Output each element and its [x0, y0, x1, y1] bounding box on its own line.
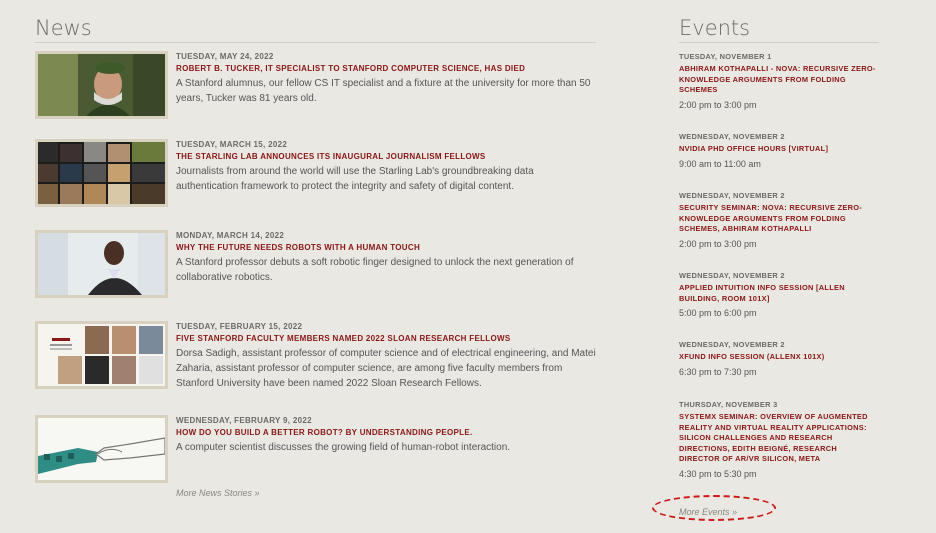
news-date: TUESDAY, MARCH 15, 2022: [176, 140, 288, 149]
news-summary: Journalists from around the world will u…: [176, 166, 534, 192]
events-heading: Events: [679, 16, 879, 43]
news-heading: News: [35, 16, 596, 43]
news-headline-link[interactable]: FIVE STANFORD FACULTY MEMBERS NAMED 2022…: [176, 333, 596, 344]
event-date: THURSDAY, NOVEMBER 3: [679, 400, 778, 409]
event-date: TUESDAY, NOVEMBER 1: [679, 52, 772, 61]
news-headline-link[interactable]: HOW DO YOU BUILD A BETTER ROBOT? BY UNDE…: [176, 427, 596, 438]
news-text: TUESDAY, MARCH 15, 2022 THE STARLING LAB…: [176, 139, 596, 194]
news-date: TUESDAY, MAY 24, 2022: [176, 52, 274, 61]
news-thumbnail-sloan[interactable]: [35, 321, 168, 389]
news-headline-link[interactable]: ROBERT B. TUCKER, IT SPECIALIST TO STANF…: [176, 63, 596, 74]
news-summary: Dorsa Sadigh, assistant professor of com…: [176, 348, 596, 389]
event-title-link[interactable]: APPLIED INTUITION INFO SESSION [ALLEN BU…: [679, 283, 879, 304]
event-title-link[interactable]: XFUND INFO SESSION (ALLENX 101X): [679, 352, 879, 363]
event-date: WEDNESDAY, NOVEMBER 2: [679, 132, 785, 141]
event-date: WEDNESDAY, NOVEMBER 2: [679, 271, 785, 280]
event-item: WEDNESDAY, NOVEMBER 2 SECURITY SEMINAR: …: [679, 190, 879, 250]
news-section: News: [35, 16, 596, 43]
more-news-link[interactable]: More News Stories »: [176, 488, 260, 498]
news-text: TUESDAY, FEBRUARY 15, 2022 FIVE STANFORD…: [176, 321, 596, 391]
event-title-link[interactable]: NVIDIA PHD OFFICE HOURS [VIRTUAL]: [679, 144, 879, 155]
event-item: WEDNESDAY, NOVEMBER 2 NVIDIA PHD OFFICE …: [679, 131, 879, 170]
highlight-oval: [652, 495, 776, 521]
event-item: TUESDAY, NOVEMBER 1 ABHIRAM KOTHAPALLI -…: [679, 51, 879, 111]
news-thumbnail-robot-touch[interactable]: [35, 230, 168, 298]
news-text: MONDAY, MARCH 14, 2022 WHY THE FUTURE NE…: [176, 230, 596, 285]
event-item: WEDNESDAY, NOVEMBER 2 APPLIED INTUITION …: [679, 270, 879, 319]
event-time: 6:30 pm to 7:30 pm: [679, 366, 757, 377]
event-time: 2:00 pm to 3:00 pm: [679, 238, 757, 249]
news-headline-link[interactable]: THE STARLING LAB ANNOUNCES ITS INAUGURAL…: [176, 151, 596, 162]
events-section: Events: [679, 16, 879, 43]
news-thumbnail-better-robot[interactable]: [35, 415, 168, 483]
event-date: WEDNESDAY, NOVEMBER 2: [679, 340, 785, 349]
news-date: MONDAY, MARCH 14, 2022: [176, 231, 285, 240]
news-headline-link[interactable]: WHY THE FUTURE NEEDS ROBOTS WITH A HUMAN…: [176, 242, 596, 253]
news-text: TUESDAY, MAY 24, 2022 ROBERT B. TUCKER, …: [176, 51, 596, 106]
news-text: WEDNESDAY, FEBRUARY 9, 2022 HOW DO YOU B…: [176, 415, 596, 455]
event-item: THURSDAY, NOVEMBER 3 SYSTEMX SEMINAR: OV…: [679, 399, 879, 480]
event-date: WEDNESDAY, NOVEMBER 2: [679, 191, 785, 200]
event-title-link[interactable]: SYSTEMX SEMINAR: OVERVIEW OF AUGMENTED R…: [679, 412, 879, 465]
event-time: 5:00 pm to 6:00 pm: [679, 308, 757, 318]
news-date: TUESDAY, FEBRUARY 15, 2022: [176, 322, 303, 331]
event-title-link[interactable]: SECURITY SEMINAR: NOVA: RECURSIVE ZERO-K…: [679, 203, 879, 235]
news-date: WEDNESDAY, FEBRUARY 9, 2022: [176, 416, 312, 425]
event-title-link[interactable]: ABHIRAM KOTHAPALLI - NOVA: RECURSIVE ZER…: [679, 64, 879, 96]
news-thumbnail-starling[interactable]: [35, 139, 168, 207]
news-thumbnail-tucker[interactable]: [35, 51, 168, 119]
news-summary: A Stanford alumnus, our fellow CS IT spe…: [176, 78, 591, 104]
event-time: 4:30 pm to 5:30 pm: [679, 468, 757, 479]
news-summary: A computer scientist discusses the growi…: [176, 442, 511, 453]
news-summary: A Stanford professor debuts a soft robot…: [176, 257, 574, 283]
event-time: 9:00 am to 11:00 am: [679, 158, 761, 169]
event-item: WEDNESDAY, NOVEMBER 2 XFUND INFO SESSION…: [679, 339, 879, 378]
event-time: 2:00 pm to 3:00 pm: [679, 99, 757, 110]
